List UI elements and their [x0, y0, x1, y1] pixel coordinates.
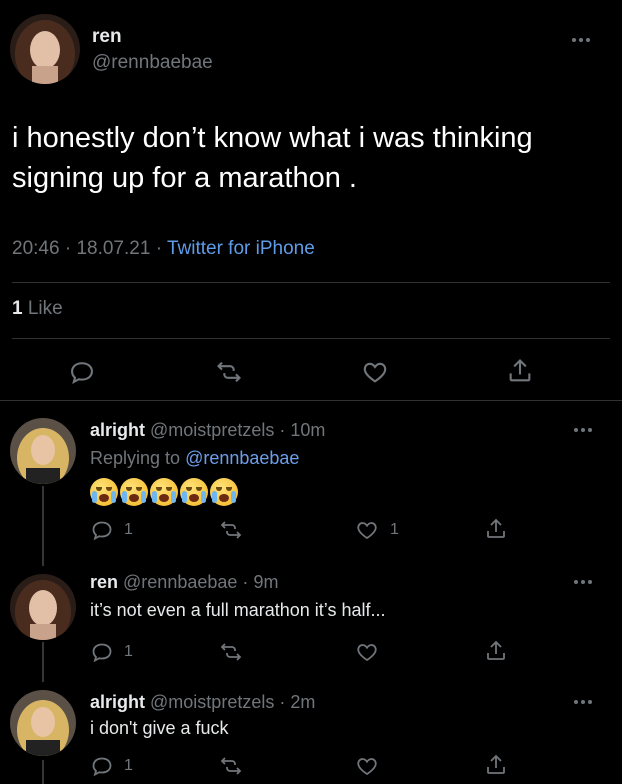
reply-button[interactable]: 1 [90, 754, 133, 778]
author-name[interactable]: ren [92, 26, 122, 48]
divider [12, 282, 610, 283]
tweet-time: 20:46 [12, 238, 60, 259]
crying-face-icon [120, 478, 148, 506]
reply-button[interactable] [68, 358, 96, 386]
reply-text: it’s not even a full marathon it’s half.… [90, 600, 386, 620]
more-icon[interactable] [574, 700, 592, 704]
avatar-image [10, 418, 76, 484]
retweet-button[interactable] [218, 640, 244, 664]
separator: · [279, 692, 286, 712]
separator: · [279, 420, 286, 440]
retweet-button[interactable] [218, 754, 244, 778]
reply-icon [92, 757, 112, 777]
like-button[interactable] [354, 640, 380, 664]
reply-count: 1 [124, 757, 133, 774]
replying-to-handle[interactable]: @rennbaebae [185, 448, 299, 468]
retweet-button[interactable] [218, 518, 244, 542]
likes-label: Like [27, 298, 63, 319]
author-handle[interactable]: @rennbaebae [92, 52, 213, 74]
replying-to-label: Replying to [90, 448, 181, 468]
avatar[interactable] [10, 690, 76, 756]
reply-header: alright @moistpretzels · 2m [90, 692, 315, 713]
reply-time: 10m [290, 420, 326, 440]
reply-header: alright @moistpretzels · 10m [90, 420, 325, 441]
share-button[interactable] [506, 356, 534, 386]
heart-icon [357, 522, 377, 540]
share-icon [509, 359, 531, 382]
like-count: 1 [390, 521, 399, 538]
crying-face-icon [90, 478, 118, 506]
tweet-meta: 20:46 · 18.07.21 · Twitter for iPhone [12, 238, 315, 260]
like-button[interactable] [354, 754, 380, 778]
retweet-icon [220, 643, 242, 661]
reply-author-name[interactable]: alright [90, 420, 145, 440]
reply-action-bar: 1 1 [0, 514, 622, 554]
like-button[interactable] [360, 358, 390, 386]
replying-to: Replying to @rennbaebae [90, 448, 299, 469]
reply-count: 1 [124, 521, 133, 538]
divider [12, 338, 610, 339]
retweet-icon [217, 361, 241, 383]
more-icon[interactable] [572, 38, 590, 42]
reply-author-handle[interactable]: @rennbaebae [123, 572, 237, 592]
retweet-button[interactable] [214, 358, 244, 386]
main-action-bar [0, 354, 622, 394]
tweet-date: 18.07.21 [76, 238, 151, 259]
share-icon [487, 518, 505, 538]
more-icon[interactable] [574, 428, 592, 432]
likes-number: 1 [12, 298, 23, 319]
share-button[interactable] [484, 638, 508, 664]
avatar[interactable] [10, 14, 80, 84]
avatar-image [10, 14, 80, 84]
retweet-icon [220, 757, 242, 775]
avatar-image [10, 690, 76, 756]
heart-icon [363, 362, 387, 383]
separator: · [64, 238, 72, 259]
reply-header: ren @rennbaebae · 9m [90, 572, 278, 593]
separator: · [242, 572, 249, 592]
reply-icon [71, 362, 93, 384]
reply-time: 9m [253, 572, 279, 592]
crying-face-icon [150, 478, 178, 506]
reply-time: 2m [290, 692, 316, 712]
share-icon [487, 754, 505, 774]
retweet-icon [220, 521, 242, 539]
reply-text: i don't give a fuck [90, 718, 229, 738]
crying-face-icon [180, 478, 208, 506]
crying-face-icon [210, 478, 238, 506]
share-icon [487, 640, 505, 660]
share-button[interactable] [484, 752, 508, 778]
reply-emojis [90, 478, 238, 506]
reply-author-name[interactable]: alright [90, 692, 145, 712]
reply-action-bar: 1 [0, 636, 622, 676]
reply-count: 1 [124, 643, 133, 660]
reply-icon [92, 521, 112, 541]
separator: · [155, 238, 163, 259]
divider [0, 400, 622, 401]
reply-button[interactable]: 1 [90, 518, 133, 542]
reply-author-handle[interactable]: @moistpretzels [150, 420, 274, 440]
reply-button[interactable]: 1 [90, 640, 133, 664]
avatar[interactable] [10, 418, 76, 484]
avatar-image [10, 574, 76, 640]
heart-icon [357, 758, 377, 776]
heart-icon [357, 644, 377, 662]
tweet-source[interactable]: Twitter for iPhone [167, 238, 315, 259]
reply-author-handle[interactable]: @moistpretzels [150, 692, 274, 712]
tweet-text: i honestly don’t know what i was thinkin… [12, 122, 533, 194]
share-button[interactable] [484, 516, 508, 542]
reply-icon [92, 643, 112, 663]
more-icon[interactable] [574, 580, 592, 584]
avatar[interactable] [10, 574, 76, 640]
reply-author-name[interactable]: ren [90, 572, 118, 592]
like-button[interactable]: 1 [354, 518, 399, 542]
likes-count[interactable]: 1 Like [12, 298, 63, 320]
reply-action-bar: 1 [0, 750, 622, 784]
